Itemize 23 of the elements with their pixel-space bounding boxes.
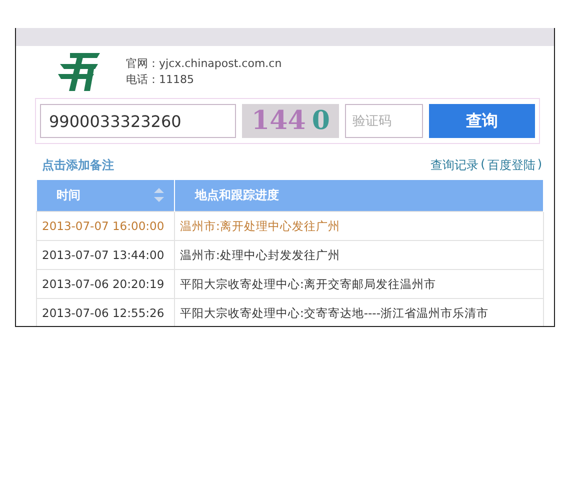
event-cell: 温州市:处理中心封发发往广州 (174, 240, 544, 270)
captcha-field[interactable]: 验证码 (345, 104, 424, 138)
column-header[interactable]: 地点和跟踪进度 (174, 180, 544, 212)
event-cell: 温州市:离开处理中心发往广州 (174, 212, 544, 240)
column-header[interactable]: 时间 (36, 180, 174, 212)
phone-label: 电话： (126, 73, 159, 86)
query-button[interactable]: 查询 (429, 104, 535, 138)
sort-icon[interactable] (154, 188, 164, 202)
website-label: 官网： (126, 57, 159, 70)
website-url: yjcx.chinapost.com.cn (159, 57, 282, 70)
post-logo-icon (56, 51, 102, 93)
time-cell: 2013-07-07 13:44:00 (36, 240, 174, 270)
open-paren: ( (480, 156, 486, 172)
time-cell: 2013-07-06 20:20:19 (36, 270, 174, 298)
phone-number: 11185 (159, 73, 194, 86)
time-cell: 2013-07-07 16:00:00 (36, 212, 174, 240)
close-paren: ) (537, 156, 542, 172)
add-note-link[interactable]: 点击添加备注 (42, 156, 114, 174)
login-link[interactable]: 百度登陆 (487, 156, 536, 174)
tracking-number-field[interactable]: 9900033323260 (40, 104, 236, 138)
time-cell: 2013-07-06 12:55:26 (36, 298, 174, 326)
history-link[interactable]: 查询记录 (430, 156, 479, 174)
event-cell: 平阳大宗收寄处理中心:离开交寄邮局发往温州市 (174, 270, 544, 298)
